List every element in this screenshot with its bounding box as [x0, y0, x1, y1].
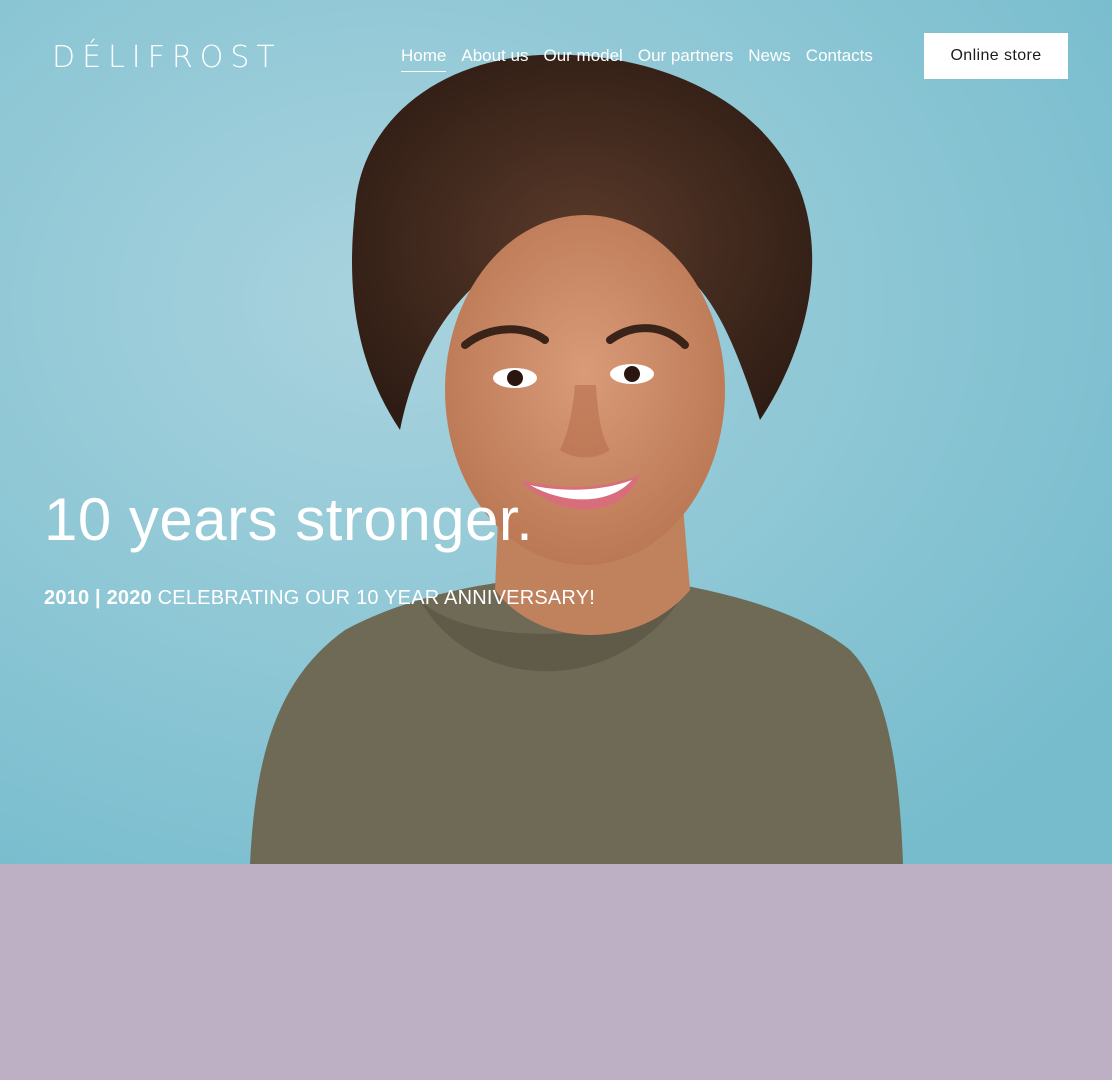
main-nav: Home About us Our model Our partners New… — [401, 42, 873, 72]
online-store-button[interactable]: Online store — [924, 33, 1068, 79]
hero-photo — [0, 0, 1112, 864]
nav-news[interactable]: News — [748, 42, 791, 70]
hero-caption: CELEBRATING OUR 10 YEAR ANNIVERSARY! — [151, 587, 595, 609]
hero-subtitle: 2010 | 2020 CELEBRATING OUR 10 YEAR ANNI… — [44, 584, 595, 612]
page: DÉLIFROST Home About us Our model Our pa… — [0, 0, 1112, 1080]
nav-about-us[interactable]: About us — [461, 42, 528, 70]
hero-title: 10 years stronger. — [44, 486, 534, 553]
site-header: DÉLIFROST Home About us Our model Our pa… — [0, 0, 1112, 110]
nav-our-partners[interactable]: Our partners — [638, 42, 733, 70]
nav-contacts[interactable]: Contacts — [806, 42, 873, 70]
hero-section: DÉLIFROST Home About us Our model Our pa… — [0, 0, 1112, 864]
lower-section — [0, 864, 1112, 1080]
hero-years: 2010 | 2020 — [44, 587, 152, 609]
nav-our-model[interactable]: Our model — [543, 42, 622, 70]
nav-home[interactable]: Home — [401, 42, 447, 72]
brand-logo[interactable]: DÉLIFROST — [52, 36, 282, 80]
